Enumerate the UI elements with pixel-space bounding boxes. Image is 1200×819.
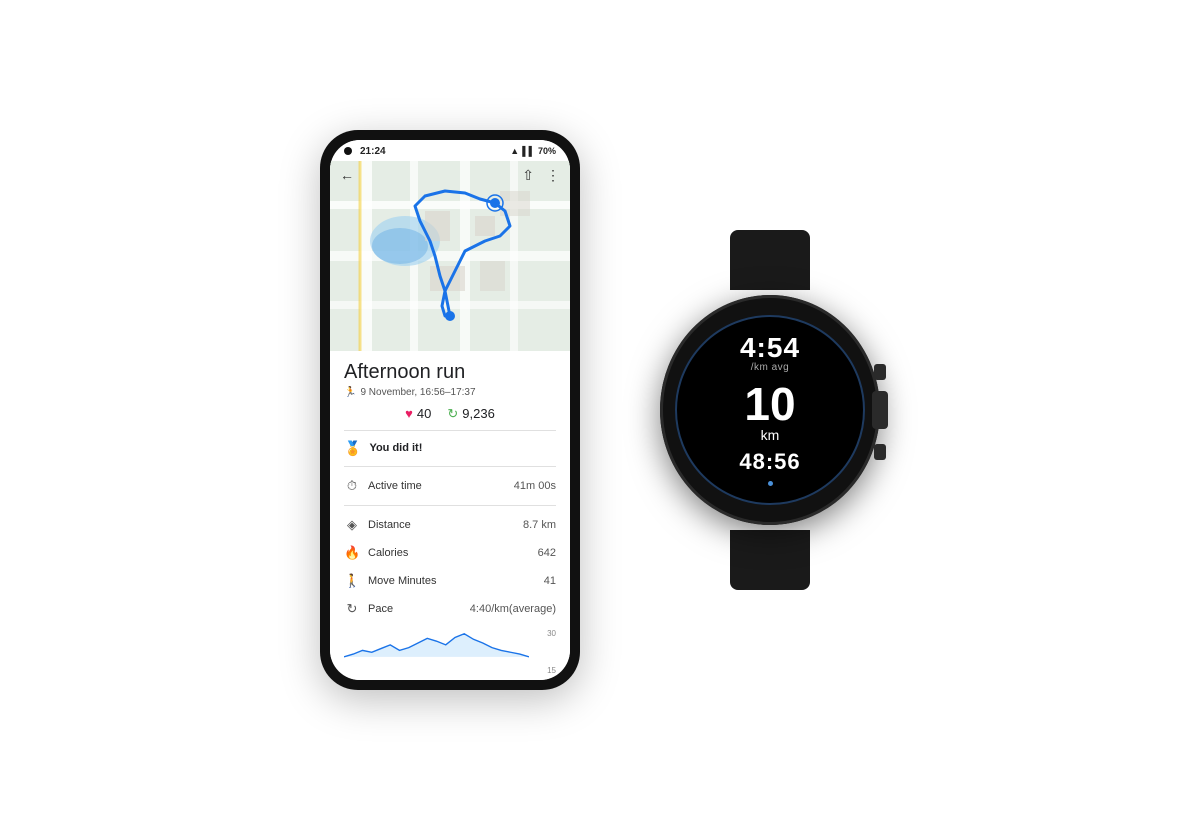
distance-label: Distance (368, 519, 411, 531)
map-area: ← ⇧ ⋮ (330, 161, 570, 351)
battery-level: 70% (538, 146, 556, 156)
calories-icon: 🔥 (344, 545, 360, 561)
pace-icon: ↻ (344, 601, 360, 617)
chart-label-bottom: 15 (547, 666, 556, 675)
pace-label: Pace (368, 603, 393, 615)
pace-value: 4:40/km(average) (470, 603, 556, 615)
watch-body: 4:54 /km avg 10 km 48:56 (660, 295, 880, 525)
status-bar: 21:24 ▲ ▌▌ 70% (330, 140, 570, 161)
active-time-value: 41m 00s (514, 480, 556, 492)
heart-icon: ♥ (405, 406, 413, 421)
watch-device: 4:54 /km avg 10 km 48:56 (660, 270, 880, 550)
metric-row-calories: 🔥 Calories 642 (344, 539, 556, 567)
calories-value: 642 (538, 547, 556, 559)
chart-svg (344, 627, 529, 663)
chart-area: 30 15 (344, 627, 556, 677)
watch-screen: 4:54 /km avg 10 km 48:56 (675, 315, 865, 505)
back-button[interactable]: ← (340, 167, 354, 183)
watch-pace-label: /km avg (740, 362, 800, 373)
watch-pace-value: 4:54 (740, 334, 800, 362)
share-button[interactable]: ⇧ (522, 167, 534, 184)
content-area: Afternoon run 🏃 9 November, 16:56–17:37 … (330, 351, 570, 680)
watch-band-bottom (730, 530, 810, 590)
phone-device: 21:24 ▲ ▌▌ 70% (320, 130, 580, 690)
steps-stat: ↻ 9,236 (447, 406, 494, 422)
heart-points-stat: ♥ 40 (405, 406, 431, 421)
watch-pace-display: 4:54 /km avg (740, 334, 800, 373)
watch-elapsed-time: 48:56 (739, 449, 800, 475)
achievement-text: You did it! (369, 442, 422, 454)
watch-distance-unit: km (761, 427, 780, 443)
app-bar: ← ⇧ ⋮ (330, 161, 570, 190)
achievement-row: 🏅 You did it! (344, 436, 556, 461)
watch-band-top (730, 230, 810, 290)
phone-screen: 21:24 ▲ ▌▌ 70% (330, 140, 570, 680)
status-left: 21:24 (344, 146, 386, 157)
divider-2 (344, 466, 556, 467)
steps-icon: ↻ (447, 406, 458, 422)
status-right: ▲ ▌▌ 70% (510, 146, 556, 156)
chart-label-top: 30 (547, 629, 556, 638)
run-date: 9 November, 16:56–17:37 (360, 387, 475, 398)
active-time-label: Active time (368, 480, 422, 492)
watch-button-bottom (874, 444, 886, 460)
calories-label: Calories (368, 547, 408, 559)
wifi-icon: ▲ (510, 146, 519, 156)
status-time: 21:24 (360, 146, 386, 157)
move-minutes-value: 41 (544, 575, 556, 587)
metric-row-active-time: ⏱ Active time 41m 00s (344, 472, 556, 500)
signal-icon: ▌▌ (522, 146, 535, 156)
stats-row: ♥ 40 ↻ 9,236 (344, 406, 556, 422)
run-icon: 🏃 (344, 387, 356, 398)
run-subtitle: 🏃 9 November, 16:56–17:37 (344, 387, 556, 398)
move-minutes-icon: 🚶 (344, 573, 360, 589)
distance-icon: ◈ (344, 517, 360, 533)
watch-distance-value: 10 (744, 378, 795, 430)
steps-value: 9,236 (462, 406, 495, 421)
more-button[interactable]: ⋮ (546, 167, 560, 184)
metric-row-distance: ◈ Distance 8.7 km (344, 511, 556, 539)
watch-dot-indicator (768, 481, 773, 486)
move-minutes-label: Move Minutes (368, 575, 436, 587)
watch-crown (872, 391, 888, 429)
divider-1 (344, 430, 556, 431)
divider-3 (344, 505, 556, 506)
run-title: Afternoon run (344, 361, 556, 384)
watch-button-top (874, 364, 886, 380)
heart-points-value: 40 (417, 406, 431, 421)
scene: 21:24 ▲ ▌▌ 70% (0, 0, 1200, 819)
distance-value: 8.7 km (523, 519, 556, 531)
metric-row-pace: ↻ Pace 4:40/km(average) (344, 595, 556, 623)
watch-distance-unit-row: km (761, 427, 780, 445)
app-bar-actions: ⇧ ⋮ (522, 167, 560, 184)
metric-row-move-minutes: 🚶 Move Minutes 41 (344, 567, 556, 595)
watch-distance-display: 10 (744, 381, 795, 427)
achievement-icon: 🏅 (344, 440, 361, 457)
active-time-icon: ⏱ (344, 478, 360, 494)
camera-dot (344, 147, 352, 155)
